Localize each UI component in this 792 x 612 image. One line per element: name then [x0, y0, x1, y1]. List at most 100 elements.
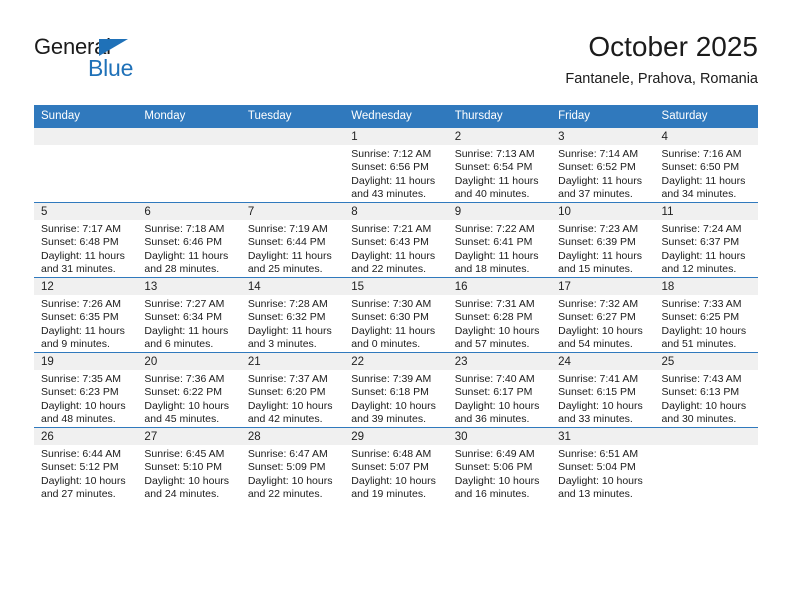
calendar-day-cell[interactable]: 5 Sunrise: 7:17 AM Sunset: 6:48 PM Daylight… — [34, 202, 138, 278]
calendar-day-cell[interactable]: 7 Sunrise: 7:19 AM Sunset: 6:44 PM Daylight… — [240, 202, 345, 278]
day-details: Sunrise: 7:41 AM Sunset: 6:15 PM Daylight:… — [551, 370, 654, 426]
day-cell-inner: 25 Sunrise: 7:43 AM Sunset: 6:13 PM Dayligh… — [654, 353, 758, 427]
calendar-day-cell[interactable]: 29 Sunrise: 6:48 AM Sunset: 5:07 PM Dayligh… — [344, 427, 448, 502]
day-cell-inner: 14 Sunrise: 7:28 AM Sunset: 6:32 PM Dayligh… — [240, 278, 345, 352]
day-cell-inner: 22 Sunrise: 7:39 AM Sunset: 6:18 PM Dayligh… — [344, 353, 448, 427]
general-blue-logo[interactable]: General Blue — [34, 34, 214, 90]
day-detail-daylight-line1: Daylight: 11 hours — [351, 174, 436, 187]
calendar-day-cell[interactable]: 10 Sunrise: 7:23 AM Sunset: 6:39 PM Dayligh… — [551, 202, 655, 278]
day-detail-sunset: Sunset: 6:17 PM — [454, 386, 533, 399]
day-details: Sunrise: 6:44 AM Sunset: 5:12 PM Daylight:… — [34, 445, 137, 501]
day-details: Sunrise: 7:28 AM Sunset: 6:32 PM Daylight:… — [241, 295, 344, 351]
day-detail-sunrise: Sunrise: 7:36 AM — [144, 373, 225, 385]
day-detail-sunrise: Sunrise: 7:23 AM — [558, 223, 639, 235]
day-cell-inner: 30 Sunrise: 6:49 AM Sunset: 5:06 PM Dayligh… — [447, 428, 552, 502]
day-details: Sunrise: 7:24 AM Sunset: 6:37 PM Daylight:… — [655, 220, 758, 276]
day-detail-daylight-line2: and 40 minutes. — [454, 187, 530, 200]
calendar-day-cell[interactable]: 4 Sunrise: 7:16 AM Sunset: 6:50 PM Daylight… — [654, 127, 758, 203]
day-detail-daylight-line1: Daylight: 11 hours — [144, 249, 229, 262]
day-details: Sunrise: 7:13 AM Sunset: 6:54 PM Daylight:… — [448, 145, 551, 201]
calendar-day-cell[interactable]: 24 Sunrise: 7:41 AM Sunset: 6:15 PM Dayligh… — [551, 352, 655, 428]
day-cell-inner: 5 Sunrise: 7:17 AM Sunset: 6:48 PM Daylight… — [34, 203, 138, 277]
day-detail-daylight-line1: Daylight: 11 hours — [144, 324, 229, 337]
day-details: Sunrise: 7:36 AM Sunset: 6:22 PM Daylight:… — [137, 370, 240, 426]
day-number: 5 — [34, 203, 138, 220]
day-detail-daylight-line2: and 33 minutes. — [558, 412, 633, 425]
day-detail-daylight-line1: Daylight: 10 hours — [351, 474, 436, 487]
calendar-day-cell[interactable]: 1 Sunrise: 7:12 AM Sunset: 6:56 PM Daylight… — [344, 127, 448, 203]
day-detail-sunset: Sunset: 5:06 PM — [454, 461, 533, 474]
calendar-day-cell[interactable]: 18 Sunrise: 7:33 AM Sunset: 6:25 PM Dayligh… — [654, 277, 758, 353]
calendar-day-cell[interactable]: 8 Sunrise: 7:21 AM Sunset: 6:43 PM Daylight… — [344, 202, 448, 278]
day-cell-inner: 15 Sunrise: 7:30 AM Sunset: 6:30 PM Dayligh… — [344, 278, 448, 352]
day-detail-sunset: Sunset: 6:37 PM — [661, 236, 740, 249]
calendar-day-cell[interactable]: 9 Sunrise: 7:22 AM Sunset: 6:41 PM Daylight… — [447, 202, 552, 278]
calendar-day-cell[interactable]: 23 Sunrise: 7:40 AM Sunset: 6:17 PM Dayligh… — [447, 352, 552, 428]
day-detail-sunrise: Sunrise: 7:14 AM — [558, 148, 639, 160]
day-detail-sunrise: Sunrise: 7:40 AM — [454, 373, 535, 385]
day-detail-sunset: Sunset: 5:07 PM — [351, 461, 429, 474]
day-cell-inner: 6 Sunrise: 7:18 AM Sunset: 6:46 PM Daylight… — [137, 203, 241, 277]
calendar-day-cell[interactable]: 21 Sunrise: 7:37 AM Sunset: 6:20 PM Dayligh… — [240, 352, 345, 428]
calendar-day-cell[interactable]: 2 Sunrise: 7:13 AM Sunset: 6:54 PM Daylight… — [447, 127, 552, 203]
day-detail-daylight-line2: and 42 minutes. — [247, 412, 323, 425]
day-detail-sunrise: Sunrise: 7:17 AM — [41, 223, 121, 235]
day-cell-inner — [240, 128, 345, 202]
calendar-day-cell[interactable]: 25 Sunrise: 7:43 AM Sunset: 6:13 PM Dayligh… — [654, 352, 758, 428]
calendar-day-cell[interactable]: 31 Sunrise: 6:51 AM Sunset: 5:04 PM Dayligh… — [551, 427, 655, 502]
day-detail-daylight-line2: and 30 minutes. — [661, 412, 737, 425]
calendar-day-cell[interactable]: 6 Sunrise: 7:18 AM Sunset: 6:46 PM Daylight… — [137, 202, 241, 278]
calendar-day-cell[interactable]: 28 Sunrise: 6:47 AM Sunset: 5:09 PM Dayligh… — [240, 427, 345, 502]
day-detail-daylight-line1: Daylight: 10 hours — [454, 399, 540, 412]
day-detail-daylight-line1: Daylight: 11 hours — [558, 249, 642, 262]
day-detail-sunrise: Sunrise: 7:28 AM — [247, 298, 328, 310]
calendar-day-cell[interactable]: 3 Sunrise: 7:14 AM Sunset: 6:52 PM Daylight… — [551, 127, 655, 203]
calendar-day-cell[interactable]: 12 Sunrise: 7:26 AM Sunset: 6:35 PM Dayligh… — [34, 277, 138, 353]
day-detail-daylight-line1: Daylight: 10 hours — [144, 474, 230, 487]
day-detail-sunrise: Sunrise: 7:37 AM — [247, 373, 328, 385]
day-number: 8 — [344, 203, 448, 220]
day-detail-sunset: Sunset: 5:12 PM — [41, 461, 119, 474]
calendar-day-cell[interactable]: 20 Sunrise: 7:36 AM Sunset: 6:22 PM Dayligh… — [137, 352, 241, 428]
calendar-day-cell[interactable]: 17 Sunrise: 7:32 AM Sunset: 6:27 PM Dayligh… — [551, 277, 655, 353]
day-detail-sunset: Sunset: 6:22 PM — [144, 386, 223, 399]
day-cell-inner — [34, 128, 138, 202]
calendar-day-cell[interactable]: 22 Sunrise: 7:39 AM Sunset: 6:18 PM Dayligh… — [344, 352, 448, 428]
calendar-day-cell[interactable]: 11 Sunrise: 7:24 AM Sunset: 6:37 PM Dayligh… — [654, 202, 758, 278]
day-detail-daylight-line1: Daylight: 11 hours — [247, 249, 332, 262]
day-detail-daylight-line2: and 25 minutes. — [247, 262, 323, 275]
day-detail-sunrise: Sunrise: 6:51 AM — [558, 448, 639, 460]
day-detail-daylight-line2: and 15 minutes. — [558, 262, 633, 275]
calendar-day-cell[interactable]: 26 Sunrise: 6:44 AM Sunset: 5:12 PM Dayligh… — [34, 427, 138, 502]
day-number: 21 — [240, 353, 345, 370]
day-number: 28 — [240, 428, 345, 445]
calendar-day-cell[interactable]: 15 Sunrise: 7:30 AM Sunset: 6:30 PM Dayligh… — [344, 277, 448, 353]
day-detail-daylight-line2: and 6 minutes. — [144, 337, 214, 350]
day-detail-sunset: Sunset: 6:39 PM — [558, 236, 636, 249]
calendar-day-cell[interactable]: 27 Sunrise: 6:45 AM Sunset: 5:10 PM Dayligh… — [137, 427, 241, 502]
calendar-day-cell[interactable]: 14 Sunrise: 7:28 AM Sunset: 6:32 PM Dayligh… — [240, 277, 345, 353]
day-detail-daylight-line1: Daylight: 11 hours — [454, 174, 539, 187]
day-cell-inner: 19 Sunrise: 7:35 AM Sunset: 6:23 PM Dayligh… — [34, 353, 138, 427]
page-header: General Blue October 2025 Fantanele, Pra… — [34, 30, 758, 100]
day-detail-sunset: Sunset: 6:41 PM — [454, 236, 533, 249]
day-cell-inner: 23 Sunrise: 7:40 AM Sunset: 6:17 PM Dayligh… — [447, 353, 552, 427]
day-details: Sunrise: 7:37 AM Sunset: 6:20 PM Daylight:… — [241, 370, 344, 426]
day-detail-sunrise: Sunrise: 7:27 AM — [144, 298, 225, 310]
day-cell-inner: 2 Sunrise: 7:13 AM Sunset: 6:54 PM Daylight… — [447, 128, 552, 202]
calendar-day-cell[interactable]: 30 Sunrise: 6:49 AM Sunset: 5:06 PM Dayligh… — [447, 427, 552, 502]
weekday-header-tuesday: Tuesday — [240, 105, 345, 128]
calendar-day-cell[interactable]: 19 Sunrise: 7:35 AM Sunset: 6:23 PM Dayligh… — [34, 352, 138, 428]
day-cell-inner: 16 Sunrise: 7:31 AM Sunset: 6:28 PM Dayligh… — [447, 278, 552, 352]
calendar-day-cell[interactable]: 16 Sunrise: 7:31 AM Sunset: 6:28 PM Dayligh… — [447, 277, 552, 353]
calendar-day-cell[interactable]: 13 Sunrise: 7:27 AM Sunset: 6:34 PM Dayligh… — [137, 277, 241, 353]
day-details: Sunrise: 7:30 AM Sunset: 6:30 PM Daylight:… — [344, 295, 447, 351]
day-details — [137, 145, 240, 148]
day-cell-inner: 9 Sunrise: 7:22 AM Sunset: 6:41 PM Daylight… — [447, 203, 552, 277]
weekday-header-friday: Friday — [551, 105, 655, 128]
sunrise-sunset-calendar-table: Sunday Monday Tuesday Wednesday Thursday… — [34, 105, 758, 502]
day-number: 25 — [654, 353, 758, 370]
day-detail-daylight-line1: Daylight: 10 hours — [454, 324, 540, 337]
day-detail-sunset: Sunset: 6:48 PM — [41, 236, 119, 249]
day-detail-daylight-line1: Daylight: 11 hours — [558, 174, 642, 187]
